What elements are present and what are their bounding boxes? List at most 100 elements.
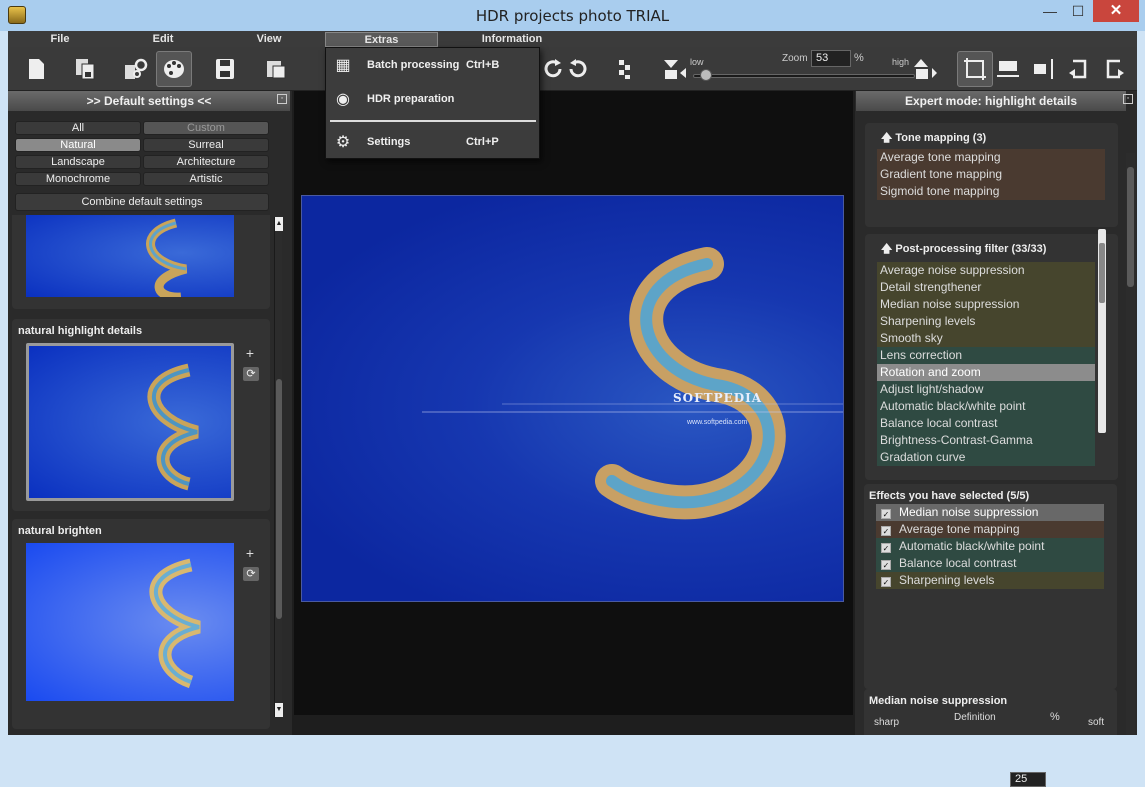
add-preset-icon[interactable]: + — [244, 546, 256, 560]
menu-item-batch-processing[interactable]: ▦ Batch processing Ctrl+B — [326, 53, 539, 79]
preset-card[interactable]: natural highlight details + ⟳ — [12, 319, 270, 511]
list-item[interactable]: Gradient tone mapping — [877, 166, 1105, 183]
list-item[interactable]: Balance local contrast — [877, 415, 1095, 432]
zoom-slider[interactable] — [693, 74, 915, 78]
tone-mapping-list: Average tone mapping Gradient tone mappi… — [877, 149, 1105, 200]
list-item[interactable]: Smooth sky — [877, 330, 1095, 347]
post-processing-scrollbar[interactable] — [1098, 229, 1106, 433]
effect-item[interactable]: ✓ Automatic black/white point — [876, 538, 1104, 555]
effect-label: Average tone mapping — [899, 522, 1020, 536]
checkbox-icon[interactable]: ✓ — [881, 577, 891, 587]
open-multiple-icon[interactable] — [67, 51, 103, 87]
menu-view[interactable]: View — [248, 32, 290, 47]
effect-label: Sharpening levels — [899, 573, 995, 587]
maximize-button[interactable]: ☐ — [1064, 0, 1092, 22]
menu-extras[interactable]: Extras — [325, 32, 438, 47]
category-artistic[interactable]: Artistic — [143, 172, 269, 186]
effect-item[interactable]: ✓ Average tone mapping — [876, 521, 1104, 538]
category-all[interactable]: All — [15, 121, 141, 135]
new-file-icon[interactable] — [18, 51, 54, 87]
category-surreal[interactable]: Surreal — [143, 138, 269, 152]
scroll-up-icon[interactable]: ▲ — [275, 217, 283, 231]
effect-item[interactable]: ✓ Sharpening levels — [876, 572, 1104, 589]
refresh-icon[interactable]: ⟳ — [243, 567, 259, 581]
list-item[interactable]: Brightness-Contrast-Gamma — [877, 432, 1095, 449]
batch-settings-icon[interactable] — [118, 51, 154, 87]
zoom-percent-label: % — [854, 52, 864, 64]
checkbox-icon[interactable]: ✓ — [881, 526, 891, 536]
scrollbar-thumb[interactable] — [1127, 167, 1134, 287]
post-processing-list: Average noise suppression Detail strengt… — [877, 262, 1095, 466]
rotate-right-icon[interactable] — [560, 51, 596, 87]
list-item[interactable]: Lens correction — [877, 347, 1095, 364]
menu-information[interactable]: Information — [475, 32, 549, 47]
category-monochrome[interactable]: Monochrome — [15, 172, 141, 186]
list-item[interactable]: Sigmoid tone mapping — [877, 183, 1105, 200]
scroll-down-icon[interactable]: ▼ — [275, 703, 283, 717]
category-landscape[interactable]: Landscape — [15, 155, 141, 169]
list-item[interactable]: Average noise suppression — [877, 262, 1095, 279]
list-item[interactable]: Adjust light/shadow — [877, 381, 1095, 398]
main-image[interactable]: SOFTPEDIA www.softpedia.com — [301, 195, 844, 602]
list-item[interactable]: Detail strengthener — [877, 279, 1095, 296]
checkbox-icon[interactable]: ✓ — [881, 560, 891, 570]
canvas-statusbar — [294, 715, 853, 735]
category-architecture[interactable]: Architecture — [143, 155, 269, 169]
category-custom[interactable]: Custom — [143, 121, 269, 135]
zoom-out-icon[interactable] — [657, 51, 693, 87]
menu-edit[interactable]: Edit — [142, 32, 184, 47]
minimize-button[interactable]: — — [1036, 0, 1064, 22]
list-item-selected[interactable]: Rotation and zoom — [877, 364, 1095, 381]
combine-default-settings-button[interactable]: Combine default settings — [15, 193, 269, 211]
definition-input[interactable]: 25 — [1010, 772, 1046, 787]
effect-item-selected[interactable]: ✓ Median noise suppression — [876, 504, 1104, 521]
category-natural[interactable]: Natural — [15, 138, 141, 152]
compare-grid-icon[interactable] — [609, 51, 645, 87]
fit-height-icon[interactable] — [1025, 51, 1061, 87]
list-item[interactable]: Sharpening levels — [877, 313, 1095, 330]
list-item[interactable]: Median noise suppression — [877, 296, 1095, 313]
tone-mapping-title[interactable]: 🡅 Tone mapping (3) — [881, 129, 986, 148]
flip-right-icon[interactable] — [1097, 51, 1133, 87]
close-button[interactable]: ✕ — [1093, 0, 1139, 22]
list-item[interactable]: Automatic black/white point — [877, 398, 1095, 415]
menu-separator — [330, 120, 536, 122]
parameter-box: Median noise suppression sharp Definitio… — [864, 689, 1117, 735]
expert-panel-scrollbar[interactable] — [1126, 153, 1135, 735]
checkbox-icon[interactable]: ✓ — [881, 509, 891, 519]
presets-scrollbar[interactable]: ▲ ▼ — [274, 217, 283, 717]
list-item[interactable]: Average tone mapping — [877, 149, 1105, 166]
pin-icon[interactable]: ▫ — [1123, 94, 1133, 104]
presets-panel: >> Default settings << ▫ All Custom Natu… — [8, 91, 292, 735]
menu-file[interactable]: File — [38, 32, 82, 47]
post-processing-title[interactable]: 🡅 Post-processing filter (33/33) — [881, 240, 1046, 259]
scrollbar-thumb[interactable] — [1099, 243, 1105, 303]
palette-icon[interactable] — [156, 51, 192, 87]
checkbox-icon[interactable]: ✓ — [881, 543, 891, 553]
fit-width-icon[interactable] — [990, 51, 1026, 87]
effect-item[interactable]: ✓ Balance local contrast — [876, 555, 1104, 572]
zoom-input[interactable]: 53 — [811, 50, 851, 67]
menu-item-settings[interactable]: ⚙ Settings Ctrl+P — [326, 130, 539, 156]
scrollbar-thumb[interactable] — [276, 379, 282, 619]
refresh-icon[interactable]: ⟳ — [243, 367, 259, 381]
preset-thumbnail[interactable] — [26, 343, 234, 501]
menu-bar: File Edit View Extras Information — [8, 31, 1137, 47]
zoom-in-icon[interactable] — [907, 51, 943, 87]
crop-icon[interactable] — [957, 51, 993, 87]
flip-left-icon[interactable] — [1060, 51, 1096, 87]
save-icon[interactable] — [207, 51, 243, 87]
pin-icon[interactable]: ▫ — [277, 94, 287, 104]
preset-card[interactable]: natural brighten + ⟳ — [12, 519, 270, 729]
preset-thumbnail[interactable] — [26, 543, 234, 701]
add-preset-icon[interactable]: + — [244, 346, 256, 360]
menu-item-label: HDR preparation — [367, 93, 455, 105]
export-icon[interactable] — [258, 51, 294, 87]
tone-mapping-label: Tone mapping (3) — [895, 132, 987, 144]
zoom-slider-thumb[interactable] — [700, 69, 712, 81]
percent-label: % — [1050, 711, 1060, 723]
preset-card[interactable] — [12, 215, 270, 309]
list-item[interactable]: Gradation curve — [877, 449, 1095, 466]
menu-item-hdr-preparation[interactable]: ◉ HDR preparation — [326, 87, 539, 113]
preset-thumbnail[interactable] — [26, 215, 234, 297]
